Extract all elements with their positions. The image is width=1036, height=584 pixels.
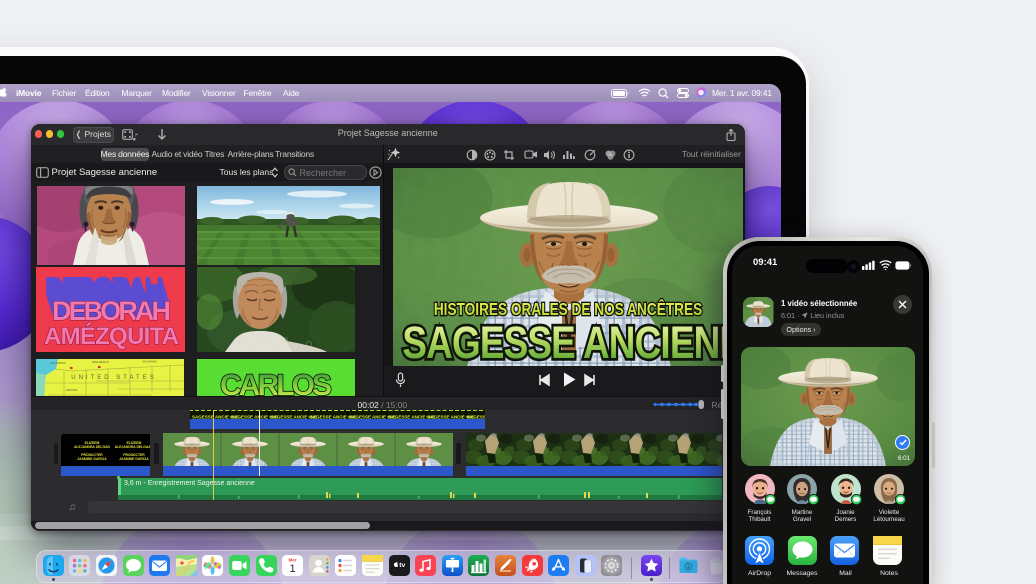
svg-text:DEBORAH: DEBORAH (52, 296, 170, 326)
svg-text:ALEJANDRA DELGAD: ALEJANDRA DELGAD (74, 445, 111, 449)
svg-text:ALEJANDRA DELGAAD: ALEJANDRA DELGAAD (115, 445, 150, 449)
svg-text:1: 1 (290, 563, 296, 575)
svg-text:ARIZONA: ARIZONA (66, 388, 78, 392)
svg-text:OKLAHOMA: OKLAHOMA (142, 359, 157, 363)
svg-text:HISTOIRES ORALES DE NOS ANCÊTR: HISTOIRES ORALES DE NOS ANCÊTRES (434, 298, 702, 319)
svg-text:tv: tv (399, 562, 405, 569)
svg-text:NEW MEXICO: NEW MEXICO (92, 360, 109, 364)
svg-text:JASMINE GARCIA: JASMINE GARCIA (77, 457, 107, 461)
svg-text:CALIFORNIA: CALIFORNIA (50, 361, 66, 365)
svg-text:JASMINE GARCIA: JASMINE GARCIA (119, 457, 149, 461)
svg-text:AMÉZQUITA: AMÉZQUITA (44, 322, 179, 350)
svg-text:SAGESSE ANCIENNE: SAGESSE ANCIENNE (402, 317, 743, 365)
svg-text:Mer: Mer (289, 557, 297, 562)
svg-text:CARLOS: CARLOS (220, 369, 332, 396)
svg-text:UNITED STATES: UNITED STATES (72, 375, 157, 381)
